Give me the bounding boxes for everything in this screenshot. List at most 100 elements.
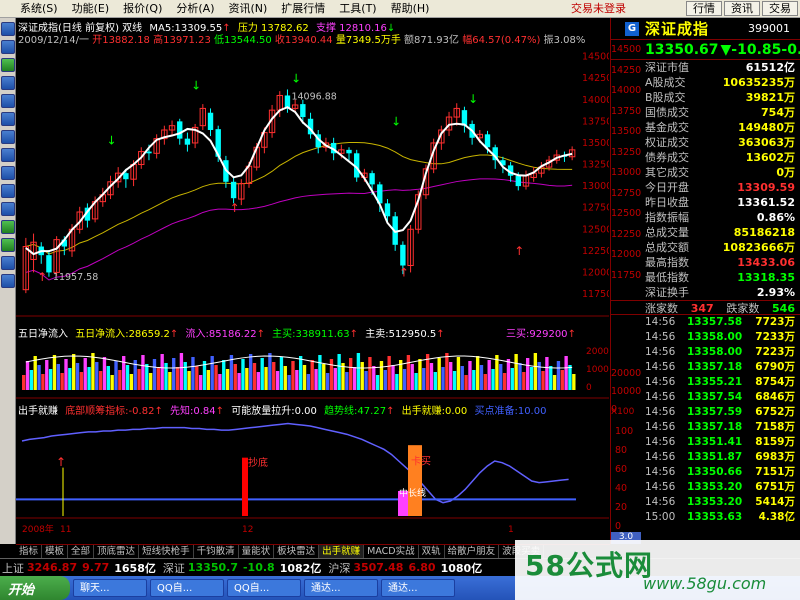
- flow-bar: [191, 357, 195, 390]
- buy-arrow-icon: ↑: [37, 270, 47, 284]
- quote-button[interactable]: 行情: [686, 1, 722, 16]
- earn-title: 出手就赚: [18, 406, 58, 417]
- chart-area[interactable]: 深证成指(日线 前复权) 双线 MA5:13309.55↑ 压力 13782.6…: [16, 18, 609, 544]
- indicator-tab[interactable]: 顶底雷达: [94, 545, 140, 558]
- indicator-tab[interactable]: 模板: [42, 545, 69, 558]
- menu-help[interactable]: 帮助(H): [384, 0, 437, 18]
- flow-bar: [95, 362, 99, 390]
- menu-extended[interactable]: 扩展行情: [274, 0, 332, 18]
- indicator-tab[interactable]: MACD实战: [364, 545, 419, 558]
- taskbar-item-tdx2[interactable]: 通达...: [381, 579, 455, 597]
- price-tick-label: 14000: [582, 95, 609, 106]
- flow-bar: [45, 360, 49, 390]
- quote-stat-value: 85186218: [733, 226, 795, 239]
- quote-stat-value: 13361.52: [737, 196, 795, 209]
- axis-price-label: 12250: [611, 228, 642, 240]
- toolbar-sector-icon[interactable]: [1, 202, 15, 216]
- toolbar-arrow-down-icon[interactable]: [1, 238, 15, 252]
- indicator-tab[interactable]: 量能状: [239, 545, 275, 558]
- menu-function[interactable]: 功能(E): [65, 0, 117, 18]
- indicator-tab[interactable]: 给散户朋友: [445, 545, 500, 558]
- price-tick-label: 13000: [582, 181, 609, 192]
- toolbar-refresh-icon[interactable]: [1, 58, 15, 72]
- flow-bar: [529, 367, 534, 390]
- tick-time: 14:56: [645, 436, 676, 448]
- flow-tick-label: 10000: [586, 365, 609, 375]
- toolbar-kline-icon[interactable]: [1, 76, 15, 90]
- taskbar-item-tdx2-label: 通达...: [388, 583, 418, 594]
- quote-stat-key: B股成交: [645, 91, 686, 104]
- quote-stat-key: 深证换手: [645, 286, 689, 299]
- flow-bar: [460, 366, 464, 390]
- flow-bar: [472, 370, 476, 390]
- trade-login-status[interactable]: 交易未登录: [564, 0, 686, 18]
- candle-down: [369, 173, 375, 185]
- flow-bar: [48, 369, 53, 390]
- indicator-tab[interactable]: 指标: [16, 545, 43, 558]
- tick-volume: 6983万: [755, 451, 795, 463]
- indicator-tab[interactable]: 千钧散清: [194, 545, 239, 558]
- start-button[interactable]: 开始: [0, 576, 70, 600]
- tick-volume: 7233万: [755, 331, 795, 343]
- trade-button[interactable]: 交易: [762, 1, 798, 16]
- flow-bar: [483, 374, 488, 390]
- flow-arrow-2: ↑: [256, 329, 265, 340]
- menu-analysis[interactable]: 分析(A): [169, 0, 221, 18]
- osc-annotation: 卡买: [411, 454, 431, 467]
- indicator-tab[interactable]: 短线快枪手: [139, 545, 194, 558]
- menu-tools[interactable]: 工具(T): [332, 0, 383, 18]
- flow-arrow-1: ↑: [169, 329, 179, 340]
- toolbar-zoom-out-icon[interactable]: [1, 274, 15, 288]
- tick-volume: 7151万: [755, 466, 795, 478]
- menu-news[interactable]: 资讯(N): [221, 0, 274, 18]
- indicator-tab[interactable]: 双轨: [419, 545, 445, 558]
- quote-stat-key: 昨日收盘: [645, 196, 689, 209]
- tick-price: 13358.00: [687, 346, 743, 358]
- toolbar-f10-icon[interactable]: [1, 112, 15, 126]
- toolbar-chart-icon[interactable]: [1, 22, 15, 36]
- candle-down: [230, 181, 237, 199]
- flow-bar: [325, 373, 330, 390]
- toolbar-zoom-in-icon[interactable]: [1, 256, 15, 270]
- flow-bar: [441, 367, 445, 390]
- axis-osc-label: 20: [615, 502, 628, 513]
- earn-lead-label: 先知:0.84: [170, 406, 216, 417]
- flow-bar: [91, 353, 95, 390]
- flow-bar: [148, 373, 153, 390]
- taskbar-item-qq2[interactable]: QQ自...: [227, 579, 301, 597]
- flow-bar: [449, 362, 453, 390]
- menu-quote[interactable]: 报价(Q): [116, 0, 169, 18]
- taskbar-item-chat[interactable]: 聊天...: [73, 579, 147, 597]
- flow-bar: [141, 355, 145, 390]
- axis-price-label: 12750: [611, 187, 642, 199]
- toolbar-list-icon[interactable]: [1, 40, 15, 54]
- menu-system[interactable]: 系统(S): [0, 0, 65, 18]
- indicator-tab[interactable]: 全部: [68, 545, 95, 558]
- taskbar-item-qq1[interactable]: QQ自...: [150, 579, 224, 597]
- g-badge: G: [625, 21, 639, 36]
- quote-stat-value: 61512亿: [745, 61, 795, 74]
- news-button[interactable]: 资讯: [724, 1, 760, 16]
- hs-amount: 1080亿: [440, 561, 483, 575]
- tick-volume: 8754万: [755, 376, 795, 388]
- toolbar-arrow-up-icon[interactable]: [1, 220, 15, 234]
- toolbar-etf-icon[interactable]: [1, 184, 15, 198]
- quote-stat-value: 39821万: [745, 91, 795, 104]
- candle-down: [146, 151, 152, 154]
- flow-bar: [110, 375, 114, 390]
- quote-stat-key: A股成交: [645, 76, 686, 89]
- toolbar-settings-icon[interactable]: [1, 166, 15, 180]
- indicator-tab[interactable]: 出手就赚: [319, 545, 365, 558]
- tick-time: 14:56: [645, 421, 676, 433]
- toolbar-draw-icon[interactable]: [1, 148, 15, 162]
- axis-price-label: 12000: [611, 249, 642, 260]
- indicator-tab[interactable]: 板块雷达: [274, 545, 320, 558]
- price-tick-label: 14250: [582, 73, 609, 84]
- axis-price-label: 11750: [611, 269, 642, 281]
- taskbar-item-tdx1[interactable]: 通达...: [304, 579, 378, 597]
- toolbar-search-icon[interactable]: [1, 130, 15, 144]
- toolbar-minute-icon[interactable]: [1, 94, 15, 108]
- quote-stat-key: 其它成交: [645, 166, 689, 179]
- menu-bar: 系统(S) 功能(E) 报价(Q) 分析(A) 资讯(N) 扩展行情 工具(T)…: [0, 0, 800, 18]
- sell-arrow-icon: ↓: [468, 92, 478, 106]
